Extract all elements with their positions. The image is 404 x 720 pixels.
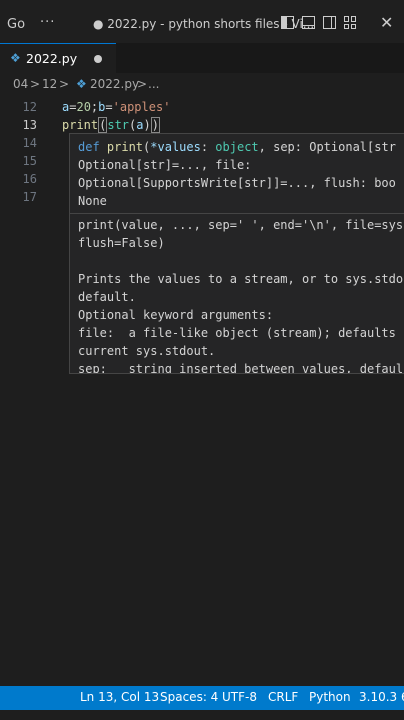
breadcrumb-segment[interactable]: 04	[13, 77, 28, 91]
tab-bar: ❖ 2022.py	[0, 43, 404, 73]
doc-line: print(value, ..., sep=' ', end='\n', fil…	[78, 218, 404, 232]
go-menu[interactable]: Go	[7, 17, 25, 32]
doc-line: sep: string inserted between values, def…	[78, 362, 404, 374]
hover-documentation-popup[interactable]: def print(*values: object, sep: Optional…	[69, 133, 404, 374]
tab-2022-py[interactable]: ❖ 2022.py	[0, 43, 116, 73]
close-window-icon[interactable]: ✕	[380, 13, 393, 32]
line-number: 16	[22, 172, 37, 186]
indentation-setting[interactable]: Spaces: 4	[160, 690, 218, 704]
tab-label: 2022.py	[26, 51, 78, 66]
signature-line: def print(*values: object, sep: Optional…	[78, 140, 396, 154]
more-menu-button[interactable]: ···	[40, 15, 55, 30]
signature-line: Optional[str]=..., file:	[78, 158, 252, 172]
python-file-icon: ❖	[76, 77, 87, 91]
breadcrumb-separator: >	[137, 77, 148, 91]
breadcrumb-segment[interactable]: 12	[42, 77, 57, 91]
customize-layout-icon[interactable]	[344, 16, 357, 29]
python-interpreter-version[interactable]: 3.10.3 64	[359, 690, 404, 704]
cursor-position[interactable]: Ln 13, Col 13	[80, 690, 159, 704]
breadcrumb: 04 > 12 > ❖ 2022.py > ...	[0, 75, 404, 95]
line-number: 12	[22, 100, 37, 114]
toggle-sidebar-icon[interactable]	[281, 16, 294, 29]
signature-line: None	[78, 194, 107, 208]
doc-line: current sys.stdout.	[78, 344, 216, 358]
code-line-12[interactable]: a=20;b='apples'	[62, 100, 170, 114]
breadcrumb-file[interactable]: 2022.py	[90, 77, 139, 91]
doc-line: Optional keyword arguments:	[78, 308, 274, 322]
line-number: 14	[22, 136, 37, 150]
unsaved-dot-icon[interactable]	[94, 55, 102, 63]
encoding-setting[interactable]: UTF-8	[222, 690, 257, 704]
breadcrumb-separator: >	[59, 77, 70, 91]
toggle-secondary-sidebar-icon[interactable]	[323, 16, 336, 29]
breadcrumb-separator: >	[30, 77, 41, 91]
doc-line: default.	[78, 290, 136, 304]
python-file-icon: ❖	[10, 51, 21, 65]
doc-line: Prints the values to a stream, or to sys…	[78, 272, 404, 286]
status-bar: Ln 13, Col 13 Spaces: 4 UTF-8 CRLF Pytho…	[0, 686, 404, 710]
line-number: 15	[22, 154, 37, 168]
language-mode[interactable]: Python	[309, 690, 351, 704]
bottom-strip	[0, 710, 404, 720]
layout-controls	[281, 16, 357, 36]
signature-line: Optional[SupportsWrite[str]]=..., flush:…	[78, 176, 396, 190]
toggle-panel-icon[interactable]	[302, 16, 315, 29]
doc-line: flush=False)	[78, 236, 165, 250]
line-number: 17	[22, 190, 37, 204]
line-number: 13	[22, 118, 37, 132]
code-line-13[interactable]: print(str(a))	[62, 117, 160, 133]
divider	[70, 213, 404, 214]
breadcrumb-more[interactable]: ...	[148, 77, 159, 91]
line-ending-setting[interactable]: CRLF	[268, 690, 298, 704]
doc-line: file: a file-like object (stream); defau…	[78, 326, 396, 340]
